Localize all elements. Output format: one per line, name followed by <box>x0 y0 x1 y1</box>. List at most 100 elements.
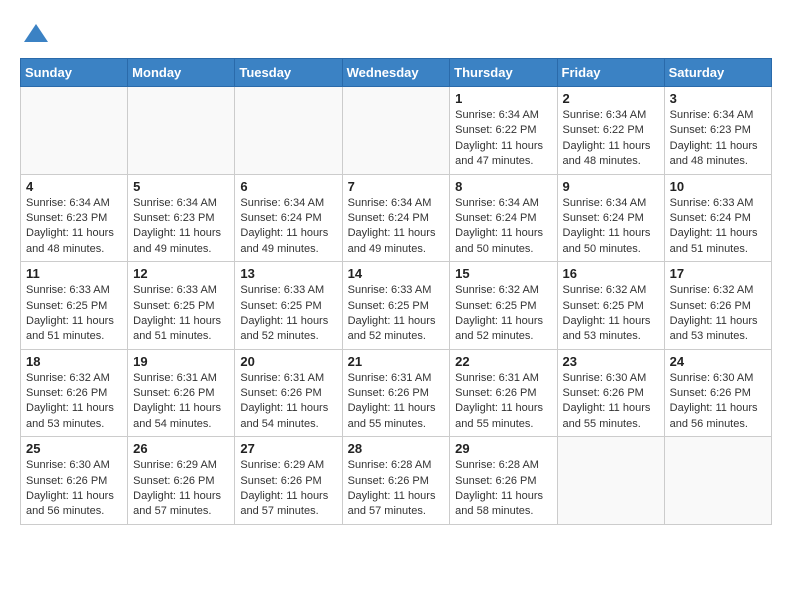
day-cell: 17Sunrise: 6:32 AM Sunset: 6:26 PM Dayli… <box>664 262 771 350</box>
weekday-header-saturday: Saturday <box>664 59 771 87</box>
day-number: 25 <box>26 441 122 456</box>
day-number: 13 <box>240 266 336 281</box>
day-number: 1 <box>455 91 551 106</box>
day-cell: 13 Sunrise: 6:33 AM Sunset: 6:25 PM Dayli… <box>235 262 342 350</box>
weekday-header-monday: Monday <box>128 59 235 87</box>
day-number: 23 <box>563 354 659 369</box>
day-number: 21 <box>348 354 445 369</box>
day-info: Sunrise: 6:33 AM Sunset: 6:25 PM Dayligh… <box>26 283 122 345</box>
day-cell <box>664 437 771 525</box>
day-info: Sunrise: 6:28 AM Sunset: 6:26 PM Dayligh… <box>455 458 551 520</box>
day-cell: 27Sunrise: 6:29 AM Sunset: 6:26 PM Dayli… <box>235 437 342 525</box>
day-info: Sunrise: 6:31 AM Sunset: 6:26 PM Dayligh… <box>133 371 229 433</box>
day-cell <box>342 87 450 175</box>
day-info: Sunrise: 6:34 AM Sunset: 6:22 PM Dayligh… <box>455 108 551 170</box>
day-number: 9 <box>563 179 659 194</box>
day-number: 5 <box>133 179 229 194</box>
weekday-header-sunday: Sunday <box>21 59 128 87</box>
day-info: Sunrise: 6:34 AM Sunset: 6:24 PM Dayligh… <box>563 196 659 258</box>
week-row-1: 1 Sunrise: 6:34 AM Sunset: 6:22 PM Daylig… <box>21 87 772 175</box>
day-cell: 26 Sunrise: 6:29 AM Sunset: 6:26 PM Dayli… <box>128 437 235 525</box>
day-number: 19 <box>133 354 229 369</box>
weekday-header-thursday: Thursday <box>450 59 557 87</box>
day-number: 11 <box>26 266 122 281</box>
day-number: 16 <box>563 266 659 281</box>
day-number: 4 <box>26 179 122 194</box>
day-cell: 9 Sunrise: 6:34 AM Sunset: 6:24 PM Daylig… <box>557 174 664 262</box>
day-info: Sunrise: 6:34 AM Sunset: 6:24 PM Dayligh… <box>455 196 551 258</box>
day-info: Sunrise: 6:34 AM Sunset: 6:24 PM Dayligh… <box>240 196 336 258</box>
day-number: 22 <box>455 354 551 369</box>
day-cell: 25 Sunrise: 6:30 AM Sunset: 6:26 PM Dayli… <box>21 437 128 525</box>
day-info: Sunrise: 6:34 AM Sunset: 6:23 PM Dayligh… <box>133 196 229 258</box>
day-info: Sunrise: 6:33 AM Sunset: 6:25 PM Dayligh… <box>133 283 229 345</box>
day-number: 7 <box>348 179 445 194</box>
day-number: 20 <box>240 354 336 369</box>
day-info: Sunrise: 6:33 AM Sunset: 6:25 PM Dayligh… <box>240 283 336 345</box>
day-cell: 10Sunrise: 6:33 AM Sunset: 6:24 PM Dayli… <box>664 174 771 262</box>
day-cell <box>235 87 342 175</box>
day-info: Sunrise: 6:32 AM Sunset: 6:26 PM Dayligh… <box>26 371 122 433</box>
day-cell: 11 Sunrise: 6:33 AM Sunset: 6:25 PM Dayli… <box>21 262 128 350</box>
day-number: 6 <box>240 179 336 194</box>
day-info: Sunrise: 6:34 AM Sunset: 6:23 PM Dayligh… <box>26 196 122 258</box>
weekday-header-wednesday: Wednesday <box>342 59 450 87</box>
day-cell: 23Sunrise: 6:30 AM Sunset: 6:26 PM Dayli… <box>557 349 664 437</box>
day-info: Sunrise: 6:31 AM Sunset: 6:26 PM Dayligh… <box>240 371 336 433</box>
day-info: Sunrise: 6:29 AM Sunset: 6:26 PM Dayligh… <box>240 458 336 520</box>
day-cell: 15 Sunrise: 6:32 AM Sunset: 6:25 PM Dayli… <box>450 262 557 350</box>
day-number: 14 <box>348 266 445 281</box>
weekday-header-row: SundayMondayTuesdayWednesdayThursdayFrid… <box>21 59 772 87</box>
day-info: Sunrise: 6:32 AM Sunset: 6:25 PM Dayligh… <box>455 283 551 345</box>
day-cell <box>128 87 235 175</box>
day-number: 28 <box>348 441 445 456</box>
day-cell: 18 Sunrise: 6:32 AM Sunset: 6:26 PM Dayli… <box>21 349 128 437</box>
day-number: 24 <box>670 354 766 369</box>
day-cell: 6 Sunrise: 6:34 AM Sunset: 6:24 PM Daylig… <box>235 174 342 262</box>
day-info: Sunrise: 6:31 AM Sunset: 6:26 PM Dayligh… <box>348 371 445 433</box>
day-cell: 16 Sunrise: 6:32 AM Sunset: 6:25 PM Dayli… <box>557 262 664 350</box>
day-cell: 22 Sunrise: 6:31 AM Sunset: 6:26 PM Dayli… <box>450 349 557 437</box>
day-number: 2 <box>563 91 659 106</box>
week-row-5: 25 Sunrise: 6:30 AM Sunset: 6:26 PM Dayli… <box>21 437 772 525</box>
day-cell: 20 Sunrise: 6:31 AM Sunset: 6:26 PM Dayli… <box>235 349 342 437</box>
day-number: 18 <box>26 354 122 369</box>
weekday-header-tuesday: Tuesday <box>235 59 342 87</box>
day-info: Sunrise: 6:34 AM Sunset: 6:24 PM Dayligh… <box>348 196 445 258</box>
day-number: 29 <box>455 441 551 456</box>
day-cell: 1 Sunrise: 6:34 AM Sunset: 6:22 PM Daylig… <box>450 87 557 175</box>
day-cell: 12 Sunrise: 6:33 AM Sunset: 6:25 PM Dayli… <box>128 262 235 350</box>
day-info: Sunrise: 6:29 AM Sunset: 6:26 PM Dayligh… <box>133 458 229 520</box>
day-cell: 7 Sunrise: 6:34 AM Sunset: 6:24 PM Daylig… <box>342 174 450 262</box>
day-info: Sunrise: 6:31 AM Sunset: 6:26 PM Dayligh… <box>455 371 551 433</box>
day-info: Sunrise: 6:28 AM Sunset: 6:26 PM Dayligh… <box>348 458 445 520</box>
day-cell: 8Sunrise: 6:34 AM Sunset: 6:24 PM Daylig… <box>450 174 557 262</box>
day-number: 10 <box>670 179 766 194</box>
week-row-3: 11 Sunrise: 6:33 AM Sunset: 6:25 PM Dayli… <box>21 262 772 350</box>
day-number: 12 <box>133 266 229 281</box>
day-info: Sunrise: 6:30 AM Sunset: 6:26 PM Dayligh… <box>26 458 122 520</box>
day-cell: 4 Sunrise: 6:34 AM Sunset: 6:23 PM Daylig… <box>21 174 128 262</box>
day-cell: 14 Sunrise: 6:33 AM Sunset: 6:25 PM Dayli… <box>342 262 450 350</box>
day-info: Sunrise: 6:30 AM Sunset: 6:26 PM Dayligh… <box>670 371 766 433</box>
day-number: 17 <box>670 266 766 281</box>
day-cell: 5 Sunrise: 6:34 AM Sunset: 6:23 PM Daylig… <box>128 174 235 262</box>
weekday-header-friday: Friday <box>557 59 664 87</box>
day-info: Sunrise: 6:32 AM Sunset: 6:25 PM Dayligh… <box>563 283 659 345</box>
day-info: Sunrise: 6:33 AM Sunset: 6:25 PM Dayligh… <box>348 283 445 345</box>
day-cell: 19 Sunrise: 6:31 AM Sunset: 6:26 PM Dayli… <box>128 349 235 437</box>
day-number: 3 <box>670 91 766 106</box>
day-cell: 21 Sunrise: 6:31 AM Sunset: 6:26 PM Dayli… <box>342 349 450 437</box>
page-header <box>20 20 772 48</box>
calendar: SundayMondayTuesdayWednesdayThursdayFrid… <box>20 58 772 525</box>
day-cell <box>21 87 128 175</box>
day-cell: 3Sunrise: 6:34 AM Sunset: 6:23 PM Daylig… <box>664 87 771 175</box>
day-number: 15 <box>455 266 551 281</box>
logo <box>20 20 50 48</box>
day-number: 26 <box>133 441 229 456</box>
week-row-4: 18 Sunrise: 6:32 AM Sunset: 6:26 PM Dayli… <box>21 349 772 437</box>
week-row-2: 4 Sunrise: 6:34 AM Sunset: 6:23 PM Daylig… <box>21 174 772 262</box>
day-cell: 2 Sunrise: 6:34 AM Sunset: 6:22 PM Daylig… <box>557 87 664 175</box>
day-info: Sunrise: 6:34 AM Sunset: 6:22 PM Dayligh… <box>563 108 659 170</box>
day-cell <box>557 437 664 525</box>
